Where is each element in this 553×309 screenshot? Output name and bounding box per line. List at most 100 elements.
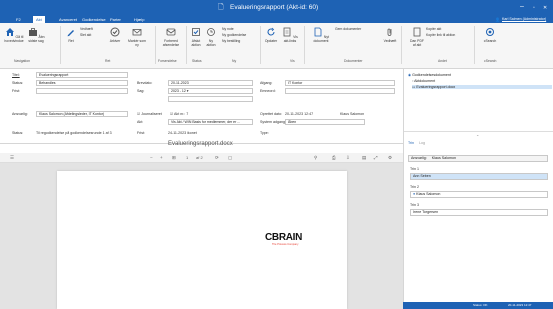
minimize-button[interactable]: – [520,3,524,10]
pdf-button[interactable]: Dan PDF af akt [410,27,424,47]
status2-label: Status: [12,131,24,135]
menu-hjaelp[interactable]: Hjælp [134,17,144,22]
document-page[interactable] [57,171,347,309]
copy-act-button[interactable]: Kopiér akt [426,27,441,31]
complete-icon [192,28,200,36]
zoom-in-icon[interactable]: + [160,155,163,160]
new-approval-button[interactable]: Ny godkendelse [222,33,246,37]
attach-button[interactable]: Vedhæft [382,27,398,43]
show-links-button[interactable]: Vis akt-links [282,27,298,43]
log-tab[interactable]: Log [419,141,425,145]
frist-label: Frist: [12,89,20,93]
afgang-field[interactable]: IT Kontor [285,80,395,86]
approval-tab[interactable]: Trin [408,141,414,145]
new-action-label: Ny aktion [206,39,216,47]
task-icon [207,28,215,36]
group-andet: Andet [438,59,447,63]
chevron-down-icon[interactable]: ⌄ [476,132,479,137]
step2-item[interactable]: ● Klaus Salomon [410,191,548,198]
zoom-out-icon[interactable]: − [150,155,153,160]
menu-icon[interactable]: ☰ [10,155,14,161]
open-last-case-button[interactable]: Åbn sidste sag [26,27,46,43]
delete-act-button[interactable]: Slet akt [80,33,91,37]
pdf-label: Dan PDF af akt [410,39,424,47]
rotate-icon[interactable]: ⟳ [215,155,219,161]
briefcase-icon [28,28,37,36]
attach-small-button[interactable]: Vedhæft [80,27,93,31]
oprettet-value: 20-11-2023 12:47 [285,112,314,116]
akt-nr-label: Akt nr.: [174,112,186,116]
ribbon-divider [260,26,261,64]
new-action-button[interactable]: Ny aktion [204,27,218,47]
journaliseret-checkbox[interactable]: ☑ Journaliseret [137,112,162,116]
user-icon: 👤 [495,17,500,22]
fit-page-icon[interactable]: ⊞ [172,155,176,161]
user-name[interactable]: Karl Salmen (Administrator) [502,17,546,21]
document-icon: 🗋 [218,4,224,11]
document-icon [314,27,322,37]
ribbon-divider [186,26,187,64]
akt-field[interactable]: Vis Akt / WIN Basis for medlemmer, der e… [168,119,253,125]
save-docs-button[interactable]: Gem dokumenter [335,27,361,31]
csearch-button[interactable]: cSearch [480,27,500,43]
copy-link-button[interactable]: Kopiér link til aktion [426,33,455,37]
menu-bar: F2 Akt Avanceret Godkendelse Parter Hjæl… [0,16,418,23]
new-note-button[interactable]: Ny note [222,27,234,31]
find-icon[interactable]: ⚲ [314,155,317,161]
refresh-button[interactable]: Opdater [262,27,280,43]
cbrain-logo-tagline: The Process Company [272,243,299,246]
close-button[interactable]: ✕ [543,5,547,11]
maximize-button[interactable]: ▫ [533,5,535,11]
mark-new-button[interactable]: Markér som ny [127,27,147,47]
complete-action-button[interactable]: Afslut aktion [189,27,203,47]
menu-godkendelse[interactable]: Godkendelse [82,17,106,22]
akt-nr-checkbox[interactable]: ☑ Akt nr.: 7 [170,112,188,116]
sag-extra-field[interactable] [168,96,253,102]
cbrain-logo: CBRAIN [265,232,303,243]
menu-avanceret[interactable]: Avanceret [59,17,77,22]
approval-owner-label: Ansvarlig: [411,156,427,160]
tree-item[interactable]: ▭ Evalueringsrapport.docx [412,85,552,89]
tree-item[interactable]: ◉ Godkendelsesdokument [408,73,451,77]
frist2-value: 24-11-2023 ikonet [168,131,197,135]
frist-field[interactable] [36,88,128,94]
pencil-icon [67,30,74,37]
emneord-field[interactable] [285,88,395,94]
print-icon[interactable]: ⎙ [332,155,336,160]
menu-akt[interactable]: Akt [33,16,45,23]
tree-item[interactable]: ▫ Aktdokument [412,79,435,83]
expand-icon[interactable]: ⤢ [374,155,378,160]
step3-item[interactable]: Irene Torgersen [410,209,548,216]
brevdato-field[interactable]: 20-11-2023 [168,80,253,86]
page-number[interactable]: 1 [186,155,188,160]
step1-item[interactable]: Ann Seben [410,173,548,180]
home-button[interactable]: Gå til hovedvindue [4,27,24,43]
status-bar: Status: OK 20-11-2023 12:47 [403,302,553,309]
bookmark-icon[interactable]: ▤ [362,155,366,161]
approval-owner-value: Klaus Salomon [431,156,456,160]
titel-field[interactable]: Evalueringsrapport [36,72,128,78]
sag-field[interactable]: 2023 - 12 ▾ [168,88,253,94]
group-dokumenter: Dokumenter [344,59,363,63]
menu-parter[interactable]: Parter [110,17,121,22]
status2-value: Til regodkendelse på godkendelsesrunde 1… [36,131,112,135]
archive-button[interactable]: Arkiver [105,27,125,43]
user-bar: 👤 Karl Salmen (Administrator) [418,16,553,23]
download-icon[interactable]: ⇩ [346,155,350,161]
edit-button[interactable]: Ret [64,27,78,43]
menu-f2[interactable]: F2 [16,17,21,22]
status-label: Status: [12,81,24,85]
view-icon[interactable]: ▢ [228,155,232,161]
settings-icon[interactable]: ⚙ [388,155,392,161]
mark-new-label: Markér som ny [128,39,146,47]
new-order-button[interactable]: Ny bestilling [222,39,240,43]
send-icon [166,28,176,36]
prepare-send-button[interactable]: Forbered afsendelse [160,27,182,47]
approval-owner-select[interactable]: Ansvarlig: Klaus Salomon [408,155,548,162]
ansvarlig-select[interactable]: Klaus Salomon (Afdelingsleder, IT Kontor… [36,111,128,117]
paperclip-icon [387,28,392,36]
metadata-form: Titel: Evalueringsrapport Status: Behand… [0,69,403,143]
system-select[interactable]: Åben [285,119,365,125]
status-select[interactable]: Behandles [36,80,128,86]
new-document-button[interactable]: Nyt dokument [310,27,332,43]
